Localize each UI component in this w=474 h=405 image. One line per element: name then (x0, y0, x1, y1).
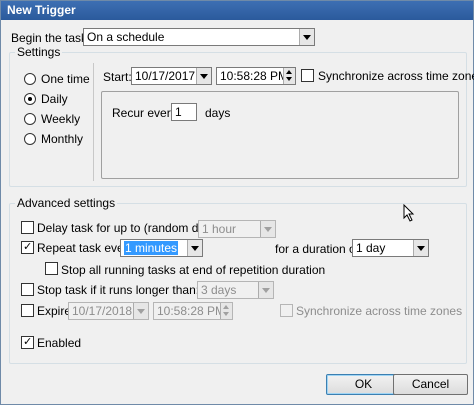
title-bar[interactable]: New Trigger (1, 1, 473, 20)
radio-one-time-label: One time (41, 72, 90, 86)
stop-longer-value: 3 days (201, 283, 237, 297)
radio-monthly[interactable] (24, 133, 36, 145)
start-time-spinner[interactable]: 10:58:28 PM (216, 67, 296, 85)
start-label: Start: (103, 70, 132, 84)
stop-running-label: Stop all running tasks at end of repetit… (61, 263, 326, 277)
enabled-label: Enabled (37, 336, 82, 350)
expire-sync-checkbox[interactable] (280, 304, 293, 317)
spinner-icon (220, 303, 232, 319)
delay-dropdown[interactable]: 1 hour (198, 220, 276, 238)
chevron-down-icon (196, 68, 211, 84)
begin-task-label: Begin the task: (11, 31, 91, 45)
chevron-down-icon (413, 240, 428, 256)
chevron-down-icon (187, 240, 202, 256)
stop-longer-label: Stop task if it runs longer than: (37, 283, 200, 297)
start-date-value: 10/17/2017 (135, 69, 196, 83)
duration-dropdown[interactable]: 1 day (352, 239, 429, 257)
start-time-value: 10:58:28 PM (220, 69, 289, 83)
chevron-down-icon (299, 29, 314, 45)
delay-task-checkbox[interactable] (21, 221, 34, 234)
recurrence-panel (101, 91, 459, 179)
radio-daily[interactable] (24, 93, 36, 105)
new-trigger-dialog: New Trigger Begin the task: On a schedul… (0, 0, 474, 405)
mouse-cursor-icon (403, 204, 415, 222)
chevron-down-icon (258, 282, 273, 298)
expire-time-value: 10:58:28 PM (157, 304, 226, 318)
ok-button-label: OK (354, 377, 373, 391)
stop-longer-checkbox[interactable] (21, 283, 34, 296)
settings-divider (93, 63, 94, 181)
expire-date-value: 10/17/2018 (72, 304, 133, 318)
radio-weekly-label: Weekly (41, 112, 81, 126)
expire-checkbox[interactable] (21, 304, 34, 317)
recur-unit-label: days (205, 106, 231, 120)
expire-time-spinner[interactable]: 10:58:28 PM (153, 302, 233, 320)
chevron-down-icon (260, 221, 275, 237)
sync-timezones-checkbox[interactable] (301, 69, 314, 82)
sync-timezones-label: Synchronize across time zones (318, 69, 474, 83)
stop-running-checkbox[interactable] (45, 262, 58, 275)
radio-weekly[interactable] (24, 113, 36, 125)
checkmark-icon: ✓ (23, 240, 33, 253)
advanced-settings-title: Advanced settings (15, 196, 118, 210)
settings-group-title: Settings (15, 45, 63, 59)
duration-value: 1 day (356, 241, 386, 255)
recur-days-input[interactable]: 1 (171, 103, 197, 121)
ok-button[interactable]: OK (326, 374, 401, 395)
delay-value: 1 hour (202, 222, 237, 236)
spinner-icon (283, 68, 295, 84)
duration-label: for a duration of: (275, 242, 363, 256)
repeat-task-checkbox[interactable]: ✓ (21, 240, 34, 254)
expire-date-picker[interactable]: 10/17/2018 (68, 302, 149, 320)
radio-monthly-label: Monthly (41, 132, 84, 146)
radio-selected-dot (28, 97, 32, 101)
recur-days-value: 1 (175, 105, 182, 119)
chevron-down-icon (133, 303, 148, 319)
expire-sync-label: Synchronize across time zones (296, 304, 463, 318)
start-date-picker[interactable]: 10/17/2017 (131, 67, 212, 85)
begin-task-dropdown[interactable]: On a schedule (83, 28, 315, 46)
checkmark-icon: ✓ (23, 335, 33, 348)
radio-one-time[interactable] (24, 73, 36, 85)
enabled-checkbox[interactable]: ✓ (21, 335, 34, 349)
radio-daily-label: Daily (41, 92, 68, 106)
stop-longer-dropdown[interactable]: 3 days (197, 281, 274, 299)
repeat-interval-value: 1 minutes (124, 241, 179, 255)
cancel-button[interactable]: Cancel (393, 374, 468, 395)
window-title: New Trigger (7, 3, 76, 17)
begin-task-value: On a schedule (87, 30, 165, 44)
repeat-interval-dropdown[interactable]: 1 minutes (120, 239, 203, 257)
cancel-button-label: Cancel (411, 377, 450, 391)
recur-every-label: Recur every: (112, 106, 181, 120)
